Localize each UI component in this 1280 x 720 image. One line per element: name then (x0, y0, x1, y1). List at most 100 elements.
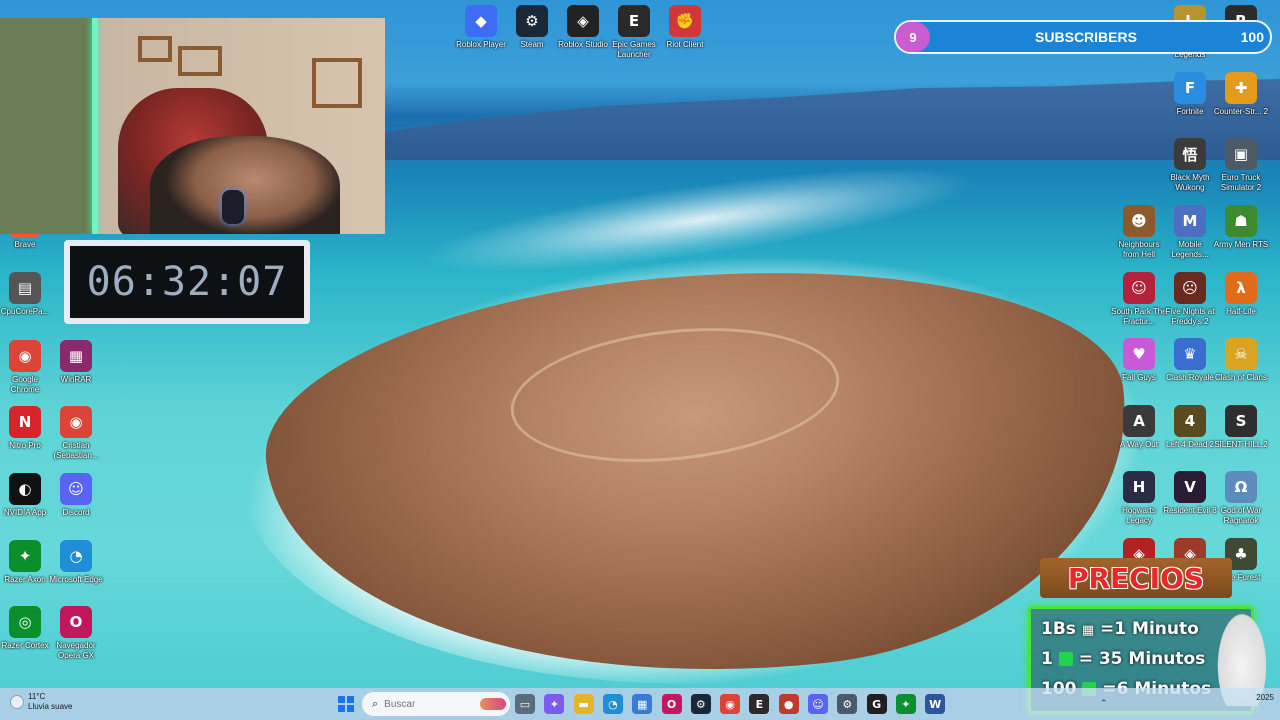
silent-hill-2-icon[interactable]: S SILENT HILL 2 (1213, 405, 1269, 450)
desktop-icon-label: Discord (62, 508, 90, 517)
desktop-icon-label: Mobile Legends... (1171, 240, 1209, 259)
cpu-core-park-icon-image: ▤ (9, 272, 41, 304)
copilot-icon[interactable]: ✦ (544, 694, 565, 714)
mobile-legends-icon[interactable]: M Mobile Legends... (1162, 205, 1218, 260)
left-4-dead-2-icon[interactable]: 4 Left 4 Dead 2 (1162, 405, 1218, 450)
microsoft-edge-icon[interactable]: ◔ Microsoft Edge (48, 540, 104, 585)
half-life-icon[interactable]: λ Half-Life (1213, 272, 1269, 317)
neighbours-from-hell-icon-image: ☻ (1123, 205, 1155, 237)
nvidia-app-icon[interactable]: ◐ NVIDIA App (0, 473, 53, 518)
search-highlight-icon (480, 698, 507, 710)
nvidia-app-icon-image: ◐ (9, 473, 41, 505)
south-park-icon[interactable]: ☺ South Park The Fractur... (1111, 272, 1167, 327)
roblox-player-icon[interactable]: ◆ Roblox Player (453, 5, 509, 50)
webcam-feed (0, 18, 385, 234)
army-men-rts-icon-image: ☗ (1225, 205, 1257, 237)
five-nights-at-freddys-icon-image: ☹ (1174, 272, 1206, 304)
task-view-icon[interactable]: ▭ (515, 694, 535, 714)
clash-of-clans-icon-image: ☠ (1225, 338, 1257, 370)
cpu-core-park-icon[interactable]: ▤ CpuCorePa... (0, 272, 53, 317)
weather-desc: Lluvia suave (28, 702, 73, 711)
desktop-icon-label: God of War Ragnarok (1220, 506, 1262, 525)
desktop-icon-label: Hogwarts Legacy (1122, 506, 1156, 525)
google-chrome-icon-image: ◉ (9, 340, 41, 372)
cristian-chrome-profile-icon[interactable]: ◉ Cristian (Sebastian... (48, 406, 104, 461)
razer-cortex-icon[interactable]: ◎ Razer Cortex (0, 606, 53, 651)
half-life-icon-image: λ (1225, 272, 1257, 304)
g-hub-taskbar-icon[interactable]: G (866, 694, 887, 714)
system-tray[interactable]: ⌃ (1100, 698, 1108, 709)
fortnite-icon[interactable]: F Fortnite (1162, 72, 1218, 117)
silent-hill-2-icon-image: S (1225, 405, 1257, 437)
taskbar-clock[interactable]: 2025 (1256, 692, 1274, 703)
tray-chevron-icon[interactable]: ⌃ (1100, 698, 1108, 708)
precio-amount: 1 (1041, 649, 1053, 669)
chrome-taskbar-icon[interactable]: ◉ (720, 694, 741, 714)
weather-icon (10, 695, 24, 709)
settings-taskbar-icon[interactable]: ⚙ (837, 694, 858, 714)
hogwarts-legacy-icon-image: H (1123, 471, 1155, 503)
webcam-shelf (312, 58, 362, 108)
precio-row: 1 = 35 Minutos (1041, 649, 1205, 669)
discord-icon[interactable]: ☺ Discord (48, 473, 104, 518)
desktop-icon-label: A Way Out (1120, 440, 1158, 449)
desktop-icon-label: Left 4 Dead 2 (1165, 440, 1215, 449)
five-nights-at-freddys-icon[interactable]: ☹ Five Nights at Freddy's 2 (1162, 272, 1218, 327)
desktop-icon-label: SILENT HILL 2 (1214, 440, 1268, 449)
army-men-rts-icon[interactable]: ☗ Army Men RTS (1213, 205, 1269, 250)
razer-taskbar-icon[interactable]: ✦ (895, 694, 916, 714)
clock-year: 2025 (1256, 693, 1274, 702)
neighbours-from-hell-icon[interactable]: ☻ Neighbours from Hell (1111, 205, 1167, 260)
clash-royale-icon[interactable]: ♛ Clash Royale (1162, 338, 1218, 383)
desktop-icon-label: Roblox Studio (558, 40, 608, 49)
taskbar-search[interactable]: ⌕ (362, 692, 510, 716)
desktop-icon-label: Navegador Opera GX (56, 641, 96, 660)
winrar-icon[interactable]: ▦ WinRAR (48, 340, 104, 385)
euro-truck-simulator-icon[interactable]: ▣ Euro Truck Simulator 2 (1213, 138, 1269, 193)
opera-gx-taskbar-icon[interactable]: O (661, 694, 682, 714)
left-4-dead-2-icon-image: 4 (1174, 405, 1206, 437)
epic-taskbar-icon[interactable]: E (749, 694, 770, 714)
hogwarts-legacy-icon[interactable]: H Hogwarts Legacy (1111, 471, 1167, 526)
roblox-studio-icon[interactable]: ◈ Roblox Studio (555, 5, 611, 50)
google-chrome-icon[interactable]: ◉ Google Chrome (0, 340, 53, 395)
word-taskbar-icon[interactable]: W (925, 694, 946, 714)
subscriber-label: SUBSCRIBERS (1035, 29, 1137, 45)
steam-icon[interactable]: ⚙ Steam (504, 5, 560, 50)
weather-widget[interactable]: 11°C Lluvia suave (10, 692, 72, 712)
nitro-pro-icon[interactable]: N Nitro Pro (0, 406, 53, 451)
file-explorer-icon[interactable]: ▬ (573, 694, 594, 714)
clash-of-clans-icon[interactable]: ☠ Clash of Clans (1213, 338, 1269, 383)
desktop-icon-label: Microsoft Edge (49, 575, 103, 584)
black-myth-wukong-icon[interactable]: 悟 Black Myth Wukong (1162, 138, 1218, 193)
counter-strike-icon-image: ✚ (1225, 72, 1257, 104)
a-way-out-icon[interactable]: A A Way Out (1111, 405, 1167, 450)
microsoft-store-icon[interactable]: ▦ (632, 694, 653, 714)
razer-axon-icon[interactable]: ✦ Razer Axon (0, 540, 53, 585)
fortnite-icon-image: F (1174, 72, 1206, 104)
gift-icon (1058, 652, 1073, 666)
edge-taskbar-icon[interactable]: ◔ (602, 694, 623, 714)
desktop-icon-label: Google Chrome (10, 375, 40, 394)
desktop-icon-label: Razer Axon (4, 575, 46, 584)
god-of-war-ragnarok-icon[interactable]: Ω God of War Ragnarok (1213, 471, 1269, 526)
obs-taskbar-icon[interactable]: ● (778, 694, 799, 714)
timer-screen: 06:32:07 (70, 246, 304, 318)
resident-evil-8-icon[interactable]: V Resident Evil 8 (1162, 471, 1218, 516)
start-button[interactable] (338, 696, 354, 712)
opera-gx-icon[interactable]: O Navegador Opera GX (48, 606, 104, 661)
taskbar: 11°C Lluvia suave ⌕ ▭ ✦ ▬ ◔ ▦ O ⚙ ◉ E ● ☺ ⚙ G ✦ W ⌃ 20… (0, 688, 1280, 720)
counter-strike-icon[interactable]: ✚ Counter-Str... 2 (1213, 72, 1269, 117)
steam-taskbar-icon[interactable]: ⚙ (690, 694, 711, 714)
precio-equals: =1 Minuto (1100, 619, 1199, 639)
subscriber-count: 9 (896, 22, 930, 52)
riot-client-icon[interactable]: ✊ Riot Client (657, 5, 713, 50)
desktop-icon-label: Roblox Player (456, 40, 506, 49)
search-input[interactable] (384, 698, 475, 710)
fall-guys-icon[interactable]: ♥ Fall Guys (1111, 338, 1167, 383)
precio-equals: = 35 Minutos (1078, 649, 1206, 669)
epic-games-icon[interactable]: E Epic Games Launcher (606, 5, 662, 60)
discord-taskbar-icon[interactable]: ☺ (808, 694, 828, 714)
weather-text: 11°C Lluvia suave (28, 692, 72, 712)
roblox-studio-icon-image: ◈ (567, 5, 599, 37)
